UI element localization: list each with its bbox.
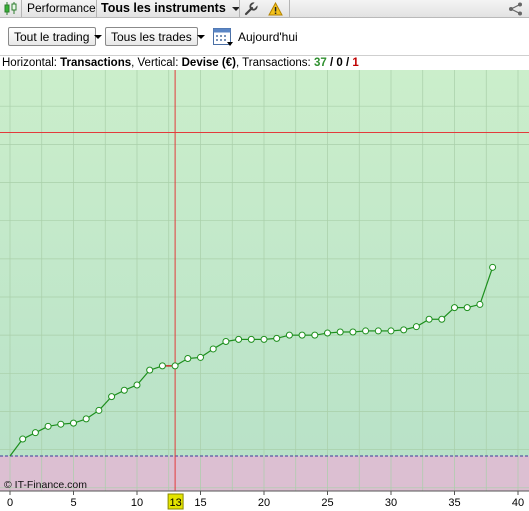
horizontal-label: Horizontal: (2, 57, 61, 69)
chevron-down-icon (94, 34, 103, 39)
x-tick-label: 30 (385, 497, 397, 509)
filter-bar: Tout le trading Tous les trades Aujourd'… (0, 18, 529, 55)
data-point (171, 362, 179, 370)
data-point (349, 328, 357, 336)
calendar-icon[interactable] (212, 26, 234, 51)
x-tick-label: 10 (131, 497, 143, 509)
equity-chart[interactable]: 0 5 10 15 20 25 30 35 40 13 © IT-Finance.com (0, 70, 529, 511)
x-axis: 0 5 10 15 20 25 30 35 40 13 (0, 490, 529, 511)
chevron-down-icon (196, 34, 205, 39)
data-point (184, 354, 192, 362)
data-point (197, 353, 204, 361)
candlestick-icon[interactable] (3, 0, 19, 17)
data-point (222, 338, 230, 346)
data-point (133, 381, 141, 389)
transactions-label: , Transactions: (235, 57, 314, 69)
data-point (70, 419, 77, 427)
data-point (247, 335, 255, 343)
transactions-loss-count: 1 (352, 57, 359, 69)
today-label[interactable]: Aujourd'hui (238, 30, 298, 44)
count-separator: / (342, 57, 353, 69)
highlight-tick-label: 13 (169, 497, 181, 509)
data-point (209, 345, 217, 353)
x-tick-label: 5 (70, 497, 76, 509)
data-point (235, 335, 243, 343)
data-point (476, 300, 484, 308)
tab-performance-label: Performance (27, 1, 96, 15)
wrench-icon[interactable] (244, 0, 258, 17)
x-tick-label: 25 (321, 497, 333, 509)
vertical-value: Devise (€) (181, 57, 236, 69)
data-point (387, 327, 395, 335)
trades-dropdown[interactable]: Tous les trades (105, 27, 205, 46)
chart-info-line: Horizontal: Transactions, Vertical: Devi… (0, 55, 529, 70)
instruments-dropdown-label: Tous les instruments (101, 1, 226, 15)
data-point (108, 393, 116, 401)
profit-zone (0, 70, 529, 456)
data-point (489, 263, 497, 271)
x-tick-label: 20 (258, 497, 270, 509)
data-point (324, 329, 331, 337)
data-point (451, 304, 458, 312)
data-point (311, 331, 319, 339)
count-separator: / (326, 57, 337, 69)
x-tick-label: 0 (7, 497, 13, 509)
data-point (57, 420, 65, 428)
data-point (82, 415, 90, 423)
x-tick-label: 40 (512, 497, 524, 509)
data-point (336, 328, 344, 336)
toolbar: Performance Tous les instruments (0, 0, 529, 18)
data-point (31, 429, 39, 437)
data-point (260, 335, 268, 343)
x-tick-label: 35 (448, 497, 460, 509)
horizontal-value: Transactions (60, 57, 132, 69)
x-tick-label: 15 (194, 497, 206, 509)
trading-dropdown[interactable]: Tout le trading (8, 27, 103, 46)
data-point (273, 334, 281, 342)
data-point (95, 406, 103, 414)
data-point (158, 362, 166, 370)
data-point (44, 422, 52, 430)
data-point (285, 331, 293, 339)
share-icon[interactable] (508, 0, 524, 17)
trading-dropdown-label: Tout le trading (14, 29, 90, 44)
data-point (19, 435, 27, 443)
watermark-text: © IT-Finance.com (4, 479, 87, 491)
data-point (374, 327, 382, 335)
trades-dropdown-label: Tous les trades (111, 29, 192, 44)
data-point (146, 366, 154, 374)
data-point (425, 315, 433, 323)
vertical-label: , Vertical: (131, 57, 182, 69)
data-point (400, 326, 408, 334)
data-point (463, 304, 471, 312)
transactions-win-count: 37 (313, 57, 327, 69)
data-point (362, 327, 370, 335)
tab-performance[interactable]: Performance (27, 0, 96, 17)
instruments-dropdown[interactable]: Tous les instruments (101, 0, 240, 17)
data-point (412, 323, 420, 331)
data-point (298, 331, 306, 339)
warning-icon[interactable] (268, 0, 283, 17)
data-point (120, 386, 128, 394)
chart-canvas: 0 5 10 15 20 25 30 35 40 13 © IT-Finance.com (0, 70, 529, 511)
data-point (438, 315, 446, 323)
